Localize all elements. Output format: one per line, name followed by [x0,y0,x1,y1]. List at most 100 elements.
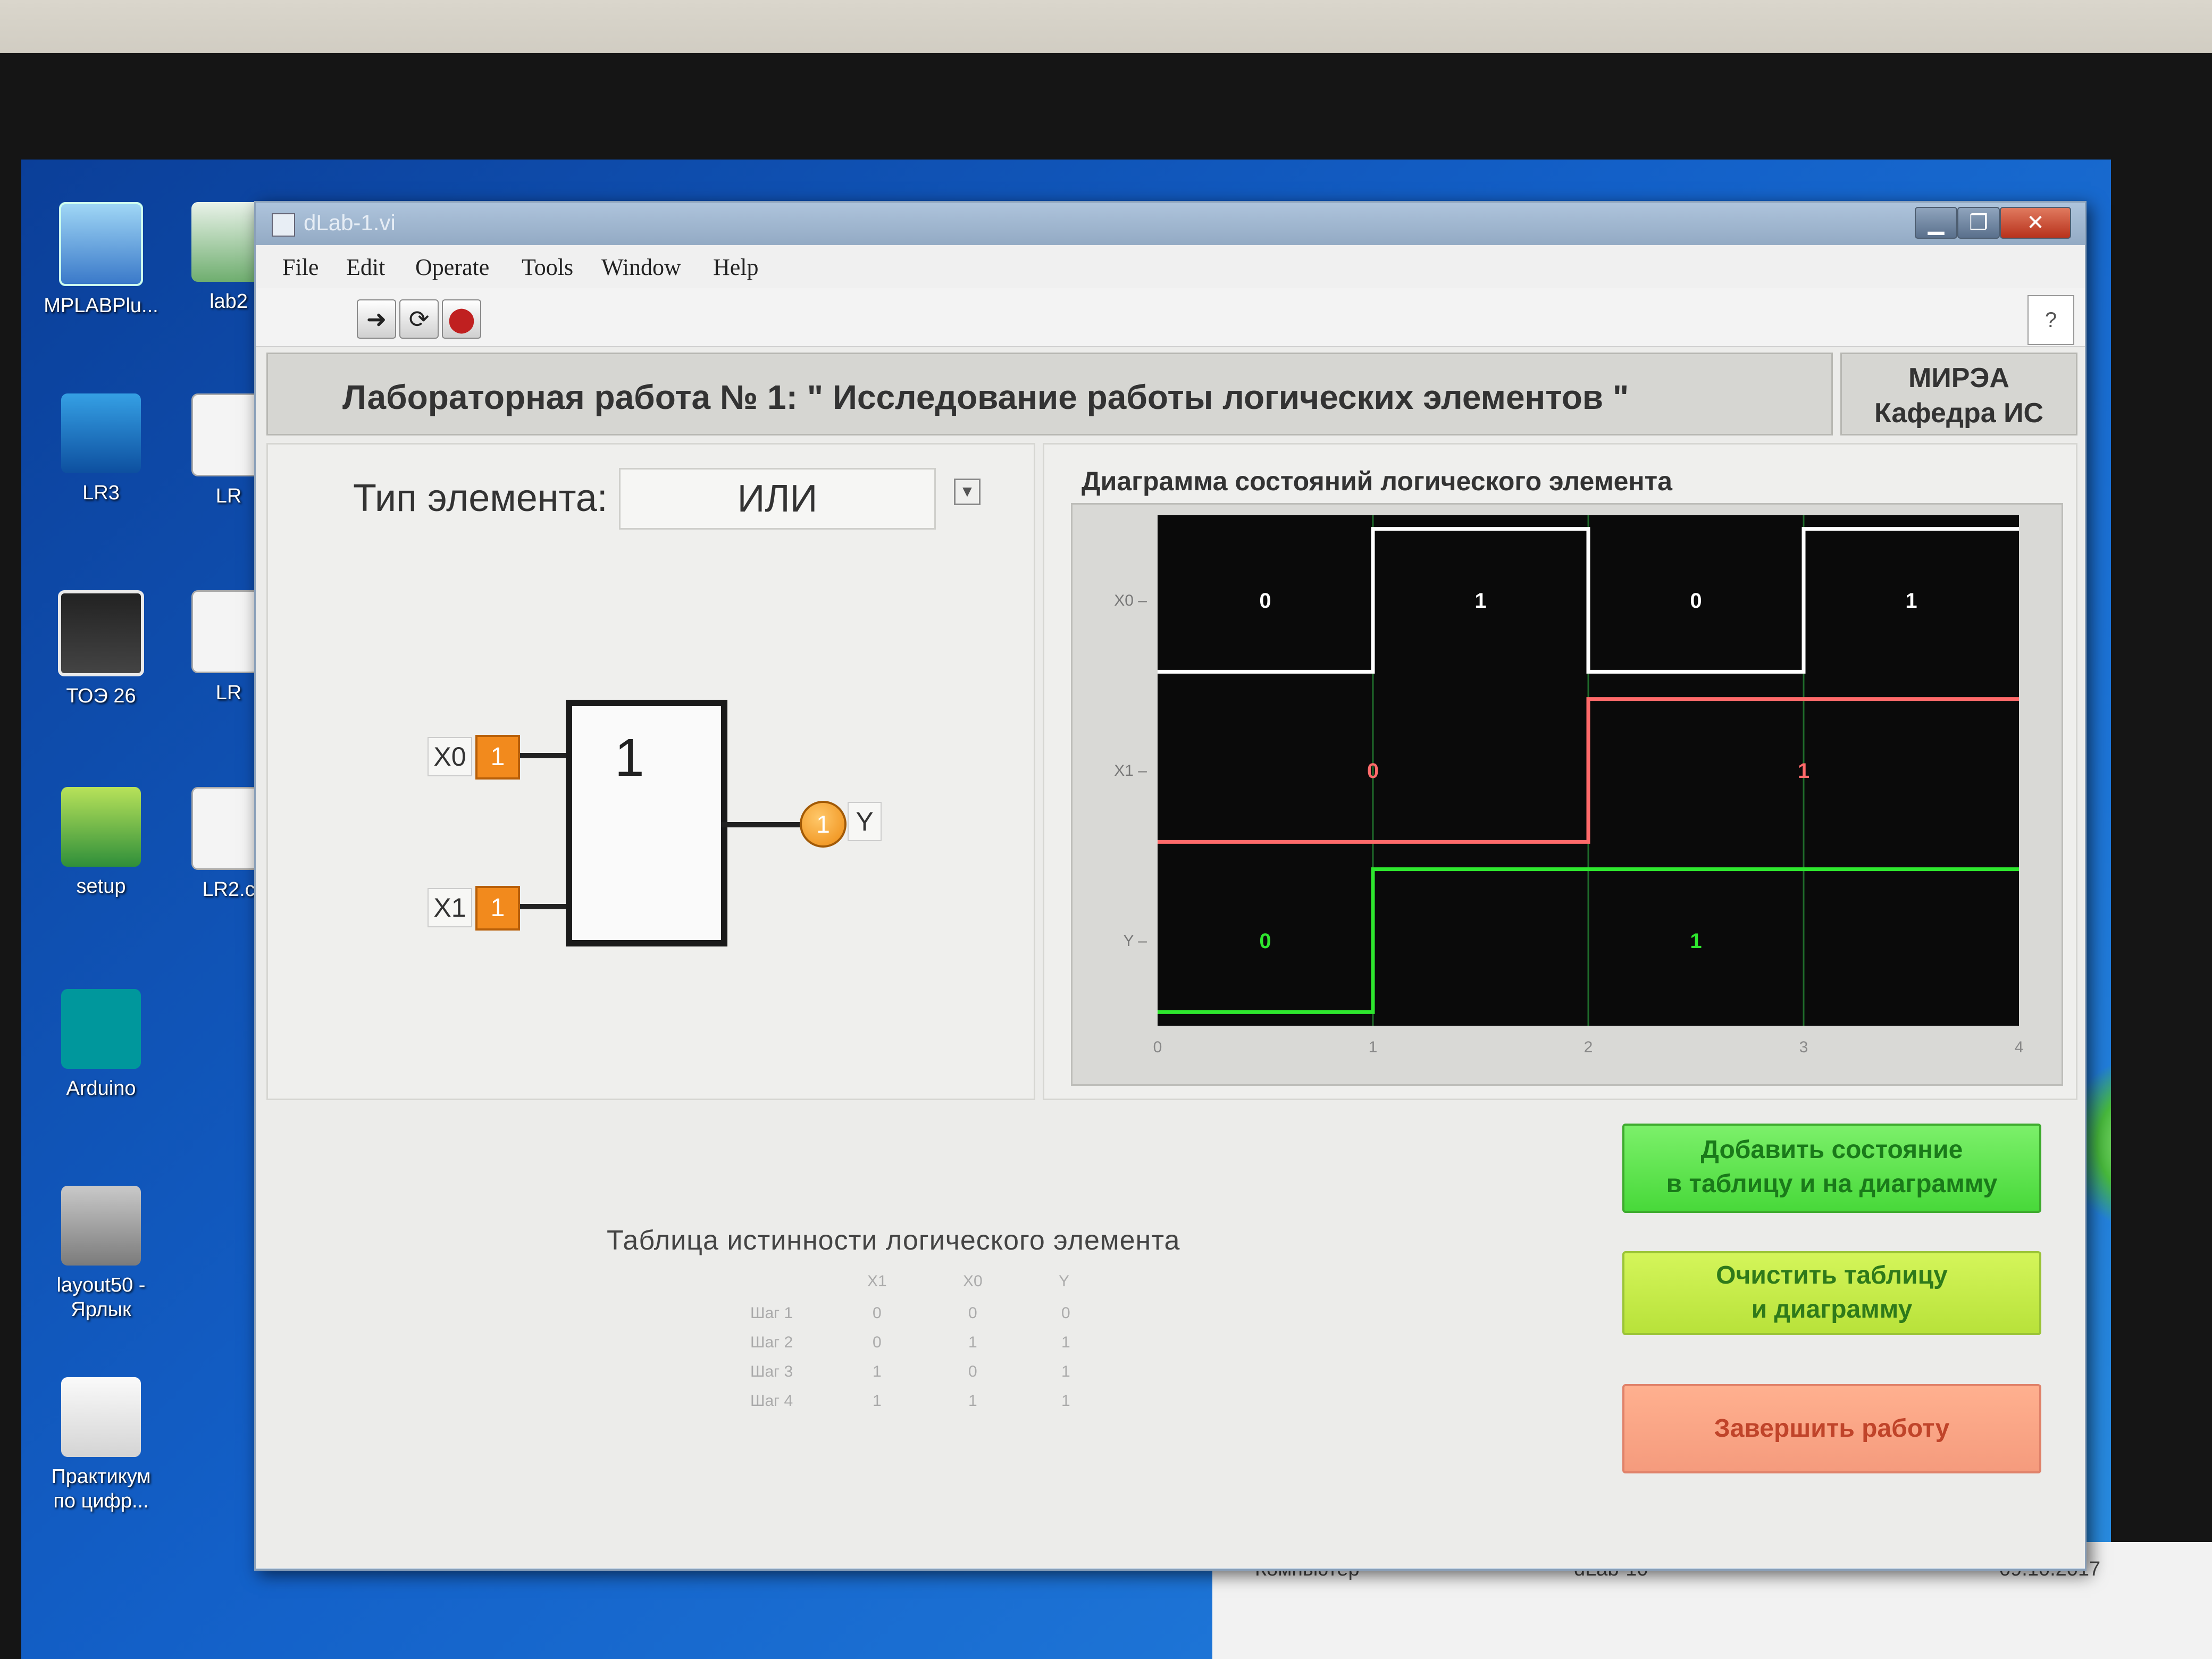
table-cell: 0 [968,1304,977,1322]
menu-bar: File Edit Operate Tools Window Help [256,245,2085,288]
context-help-icon[interactable]: ? [2027,295,2074,345]
folder-icon [61,1377,141,1457]
gate-pane: Тип элемента: ИЛИ ▼ X0 1 X1 1 1 1 Y [266,443,1035,1100]
table-header-x0: X0 [963,1272,983,1290]
state-diagram-frame: 0 1 2 3 4 X0 – 0 1 0 1 X1 – 0 1 Y – 0 1 [1071,503,2063,1086]
menu-window[interactable]: Window [601,254,681,281]
add-state-button[interactable]: Добавить состояние в таблицу и на диагра… [1622,1124,2041,1213]
minimize-button[interactable]: ▁ [1915,207,1957,239]
department-box: МИРЭА Кафедра ИС [1840,353,2077,435]
maximize-button[interactable]: ❐ [1957,207,2000,239]
menu-operate[interactable]: Operate [415,254,489,281]
input-x1-toggle[interactable]: 1 [475,886,520,931]
menu-tools[interactable]: Tools [522,254,573,281]
x-tick-label: 4 [2015,1038,2024,1056]
dept-line-2: Кафедра ИС [1874,398,2044,429]
input-x0-label: X0 [428,737,472,776]
state-label: 1 [1905,589,1917,613]
desktop-icon-label: Arduino [66,1077,136,1100]
run-arrow-icon[interactable]: ➜ [357,299,396,339]
run-continuously-icon[interactable]: ⟳ [399,299,439,339]
diagram-title: Диаграмма состояний логического элемента [1082,466,1672,496]
close-button[interactable]: ✕ [2000,207,2071,239]
wire-y [721,822,801,827]
lr3-icon [61,393,141,473]
state-label: 1 [1474,589,1486,613]
labview-window: dLab-1.vi ▁ ❐ ✕ File Edit Operate Tools … [254,201,2087,1571]
abort-execution-icon[interactable]: ⬤ [442,299,481,339]
front-panel: Лабораторная работа № 1: " Исследование … [256,347,2085,1568]
title-bar[interactable]: dLab-1.vi ▁ ❐ ✕ [256,203,2085,245]
clear-label-1: Очистить таблицу [1716,1261,1948,1289]
clear-table-button[interactable]: Очистить таблицу и диаграмму [1622,1251,2041,1335]
desktop-icon-label: layout50 - Ярлык [56,1274,146,1321]
desktop-icon-setup[interactable]: setup [43,787,160,899]
state-label: 0 [1259,929,1271,953]
menu-help[interactable]: Help [713,254,759,281]
toolbar: ➜ ⟳ ⬤ ? [256,288,2085,348]
table-cell: 1 [968,1334,977,1351]
y-tick-label: X1 – [1114,762,1147,780]
table-header-x1: X1 [867,1272,887,1290]
element-type-label: Тип элемента: [353,477,608,520]
desktop-icon-label: LR3 [82,482,120,504]
page-title: Лабораторная работа № 1: " Исследование … [342,378,1629,416]
wire-x0 [520,753,568,758]
gate-symbol: 1 [615,728,644,787]
desktop-icon-label: ТОЭ 26 [66,685,136,707]
table-cell: 1 [873,1392,882,1410]
table-cell: 1 [1061,1392,1070,1410]
labview-shortcut-icon [58,590,144,676]
state-diagram-chart: 0 1 2 3 4 X0 – 0 1 0 1 X1 – 0 1 Y – 0 1 [1114,515,2024,1056]
menu-edit[interactable]: Edit [346,254,385,281]
input-x1-label: X1 [428,888,472,927]
diagram-pane: Диаграмма состояний логического элемента… [1043,443,2077,1100]
desktop-icon-mplab[interactable]: MPLABPlu... [43,202,160,318]
output-y-led: 1 [800,801,847,848]
desktop-icon-label: Практикум по цифр... [51,1465,151,1512]
desktop-icon-arduino[interactable]: Arduino [43,989,160,1101]
clear-label-2: и диаграмму [1751,1295,1913,1323]
state-label: 1 [1690,929,1702,953]
setup-icon [61,787,141,867]
desktop-icon-layout50[interactable]: layout50 - Ярлык [43,1186,160,1322]
table-cell: 0 [1061,1304,1070,1322]
desktop-icon-label: MPLABPlu... [44,295,158,317]
table-step: Шаг 2 [750,1334,793,1351]
desktop-icon-lr3[interactable]: LR3 [43,393,160,505]
element-type-select[interactable]: ИЛИ [619,468,936,530]
x-tick-label: 0 [1153,1038,1162,1056]
x-tick-label: 2 [1584,1038,1593,1056]
output-y-label: Y [848,802,882,841]
table-step: Шаг 4 [750,1392,793,1410]
x-tick-label: 1 [1369,1038,1378,1056]
arduino-icon [61,989,141,1069]
add-state-label-1: Добавить состояние [1700,1136,1963,1164]
truth-table-title: Таблица истинности логического элемента [607,1225,1180,1256]
add-state-label-2: в таблицу и на диаграмму [1666,1170,1998,1198]
table-cell: 1 [1061,1363,1070,1380]
y-tick-label: Y – [1124,932,1147,950]
layout-shortcut-icon [61,1186,141,1266]
desktop-icon-label: setup [76,875,126,898]
desktop-icon-toe26[interactable]: ТОЭ 26 [43,590,160,708]
state-label: 1 [1798,759,1809,783]
window-title: dLab-1.vi [304,210,396,235]
desktop-icon-praktikum[interactable]: Практикум по цифр... [43,1377,160,1513]
table-step: Шаг 1 [750,1304,793,1322]
table-cell: 1 [968,1392,977,1410]
logic-gate: 1 [566,700,727,946]
wire-x1 [520,904,568,909]
input-x0-toggle[interactable]: 1 [475,735,520,780]
menu-file[interactable]: File [282,254,319,281]
finish-work-button[interactable]: Завершить работу [1622,1384,2041,1473]
table-step: Шаг 3 [750,1363,793,1380]
dept-line-1: МИРЭА [1908,363,2009,393]
dropdown-arrow-icon[interactable]: ▼ [954,479,981,505]
state-label: 0 [1259,589,1271,613]
table-cell: 0 [873,1304,882,1322]
state-label: 0 [1367,759,1379,783]
table-cell: 1 [1061,1334,1070,1351]
header-bar: Лабораторная работа № 1: " Исследование … [266,353,1833,435]
y-tick-label: X0 – [1114,592,1147,609]
